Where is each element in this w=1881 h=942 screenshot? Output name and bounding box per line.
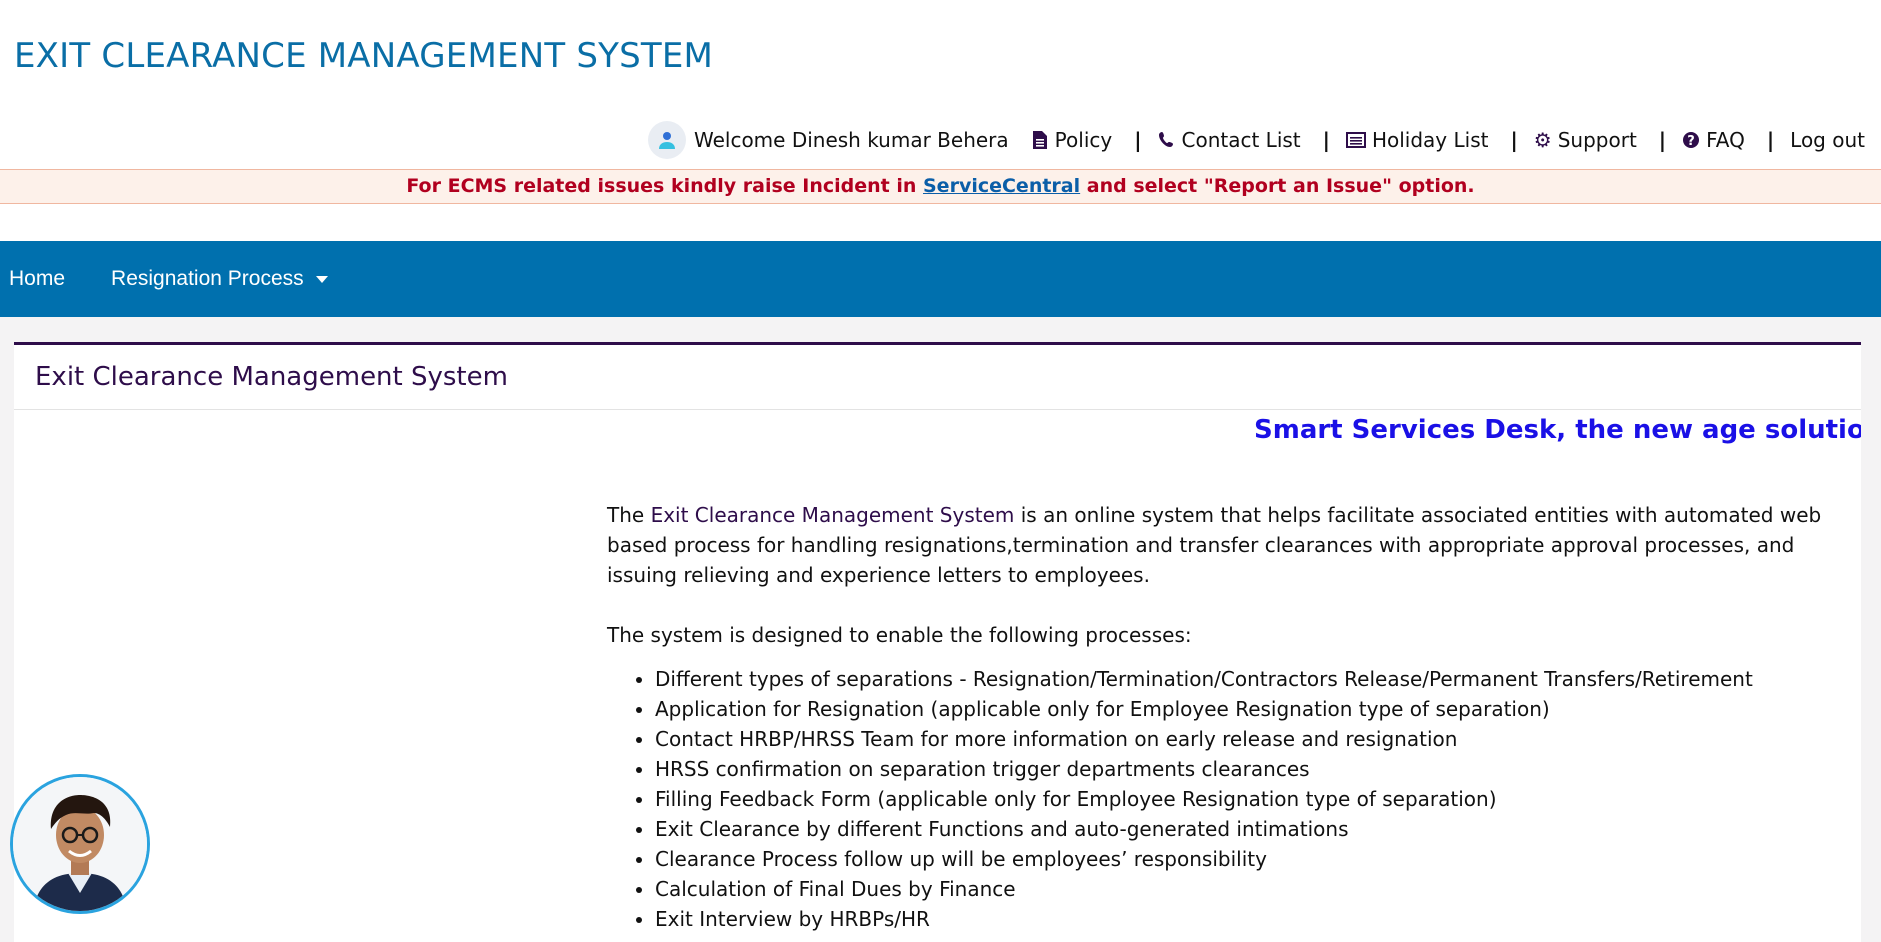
nav-home[interactable]: Home — [0, 267, 74, 291]
separator: | — [1766, 128, 1775, 152]
list-icon — [1345, 132, 1366, 148]
marquee-text: Smart Services Desk, the new age solutio… — [1254, 415, 1861, 445]
list-item: Calculation of Final Dues by Finance — [655, 874, 1831, 904]
intro-section: The Exit Clearance Management System is … — [607, 500, 1831, 934]
notice-prefix: For ECMS related issues kindly raise Inc… — [406, 175, 923, 197]
separator: | — [1322, 128, 1330, 152]
nav-resignation-process[interactable]: Resignation Process — [102, 267, 337, 291]
notice-suffix: and select "Report an Issue" option. — [1080, 175, 1475, 197]
svg-text:?: ? — [1687, 134, 1695, 149]
contact-list-label: Contact List — [1181, 128, 1301, 152]
file-icon — [1032, 131, 1047, 149]
separator: | — [1510, 128, 1518, 152]
policy-label: Policy — [1054, 128, 1113, 152]
chat-assistant-avatar[interactable] — [10, 774, 150, 914]
faq-label: FAQ — [1706, 128, 1745, 152]
logout-label: Log out — [1790, 128, 1865, 152]
main-card: Exit Clearance Management System Smart S… — [14, 342, 1861, 942]
app-title: EXIT CLEARANCE MANAGEMENT SYSTEM — [14, 36, 714, 76]
list-item: Different types of separations - Resigna… — [655, 664, 1831, 694]
processes-heading: The system is designed to enable the fol… — [607, 623, 1192, 647]
list-item: Contact HRBP/HRSS Team for more informat… — [655, 724, 1831, 754]
welcome-text: Welcome Dinesh kumar Behera — [693, 128, 1009, 152]
support-link[interactable]: ⚙ Support — [1534, 128, 1637, 152]
support-label: Support — [1557, 128, 1637, 152]
list-item: Application for Resignation (applicable … — [655, 694, 1831, 724]
card-title: Exit Clearance Management System — [14, 345, 1861, 410]
phone-icon — [1158, 132, 1173, 147]
policy-link[interactable]: Policy — [1031, 128, 1113, 152]
list-item: Filling Feedback Form (applicable only f… — [655, 784, 1831, 814]
notice-banner: For ECMS related issues kindly raise Inc… — [0, 169, 1881, 204]
logout-link[interactable]: Log out — [1790, 128, 1865, 152]
user-avatar-icon — [647, 121, 686, 159]
question-circle-icon: ? — [1683, 132, 1700, 149]
list-item: Exit Clearance by different Functions an… — [655, 814, 1831, 844]
gear-icon: ⚙ — [1533, 128, 1552, 152]
list-item: Clearance Process follow up will be empl… — [655, 844, 1831, 874]
holiday-list-link[interactable]: Holiday List — [1345, 128, 1489, 152]
intro-paragraph: The Exit Clearance Management System is … — [607, 503, 1822, 587]
separator: | — [1134, 128, 1142, 152]
caret-down-icon — [315, 275, 328, 283]
separator: | — [1658, 128, 1667, 152]
contact-list-link[interactable]: Contact List — [1158, 128, 1301, 152]
top-links-bar: Welcome Dinesh kumar Behera Policy | Con… — [647, 120, 1865, 160]
assistant-portrait-icon — [13, 777, 147, 911]
servicecentral-link[interactable]: ServiceCentral — [923, 175, 1080, 197]
holiday-list-label: Holiday List — [1371, 128, 1489, 152]
list-item: Exit Interview by HRBPs/HR — [655, 904, 1831, 934]
process-list: Different types of separations - Resigna… — [607, 664, 1831, 934]
main-navbar: Home Resignation Process — [0, 241, 1881, 317]
faq-link[interactable]: ? FAQ — [1682, 128, 1745, 152]
nav-resignation-label: Resignation Process — [111, 267, 304, 290]
list-item: HRSS confirmation on separation trigger … — [655, 754, 1831, 784]
system-name-highlight: Exit Clearance Management System — [650, 503, 1015, 527]
